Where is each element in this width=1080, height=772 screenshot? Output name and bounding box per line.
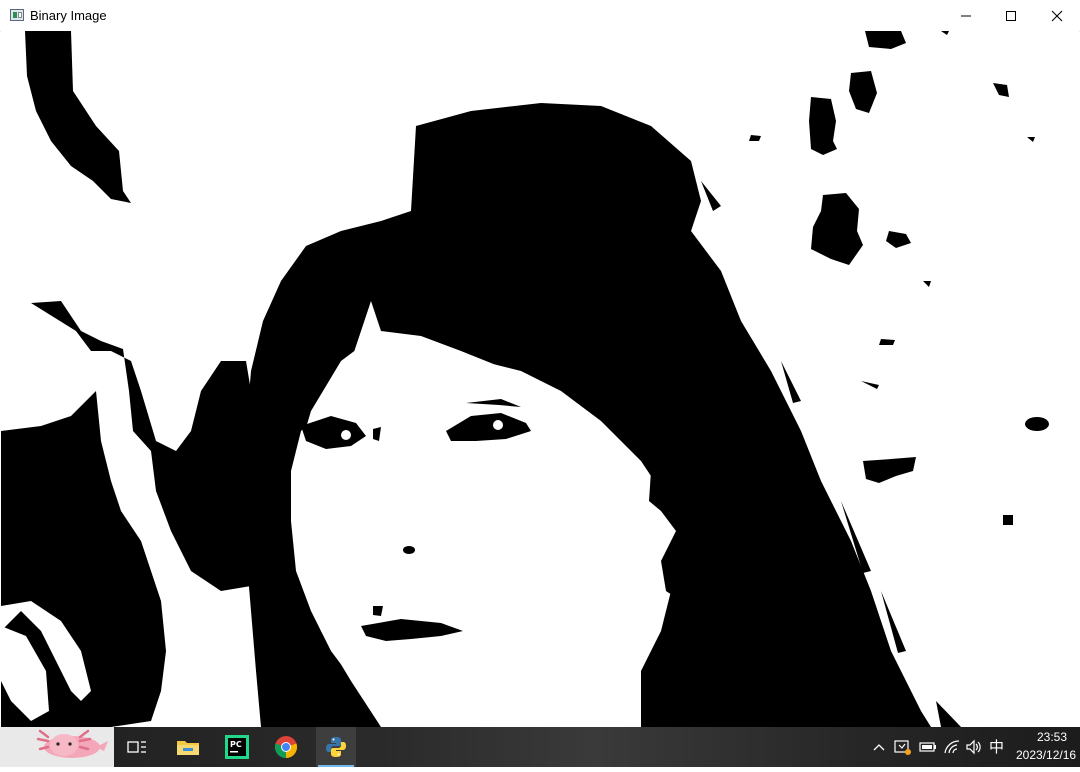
volume-button[interactable] (964, 737, 984, 757)
chrome-button[interactable] (266, 727, 306, 767)
python-icon (326, 737, 346, 757)
show-hidden-icons-button[interactable] (869, 737, 889, 757)
file-explorer-icon (177, 741, 199, 755)
minimize-button[interactable] (943, 0, 989, 31)
chrome-icon (274, 736, 298, 759)
window-title: Binary Image (30, 8, 107, 23)
clock-date[interactable]: 2023/12/16 (1016, 748, 1080, 762)
pycharm-button[interactable]: PC (217, 727, 257, 767)
input-method-indicator[interactable]: 中 (989, 736, 1004, 757)
pycharm-icon: PC (225, 735, 249, 759)
binary-image-canvas (1, 31, 1079, 727)
taskbar: PC 中 23:53 2023/12/16 (0, 727, 1080, 767)
task-view-button[interactable] (117, 727, 157, 767)
tray-app-button[interactable] (893, 737, 913, 757)
app-window-icon (10, 9, 24, 21)
network-button[interactable] (942, 737, 962, 757)
start-button[interactable] (0, 727, 114, 767)
close-button[interactable] (1034, 0, 1080, 31)
python-window-button[interactable] (316, 727, 356, 767)
file-explorer-button[interactable] (168, 727, 208, 767)
task-view-icon (127, 741, 146, 753)
clock-time[interactable]: 23:53 (1030, 730, 1074, 744)
maximize-icon (1006, 10, 1016, 21)
svg-text:PC: PC (230, 740, 242, 749)
window-titlebar[interactable]: Binary Image (0, 0, 1080, 32)
axolotl-icon (36, 729, 108, 758)
minimize-icon (961, 15, 971, 16)
maximize-button[interactable] (988, 0, 1034, 31)
battery-button[interactable] (918, 737, 938, 757)
battery-icon (919, 742, 936, 752)
wifi-icon (944, 740, 960, 754)
speaker-icon (966, 739, 981, 755)
close-icon (1051, 10, 1063, 21)
binary-portrait-image (1, 31, 1079, 727)
security-center-icon (894, 740, 911, 755)
chevron-up-icon (873, 744, 885, 751)
